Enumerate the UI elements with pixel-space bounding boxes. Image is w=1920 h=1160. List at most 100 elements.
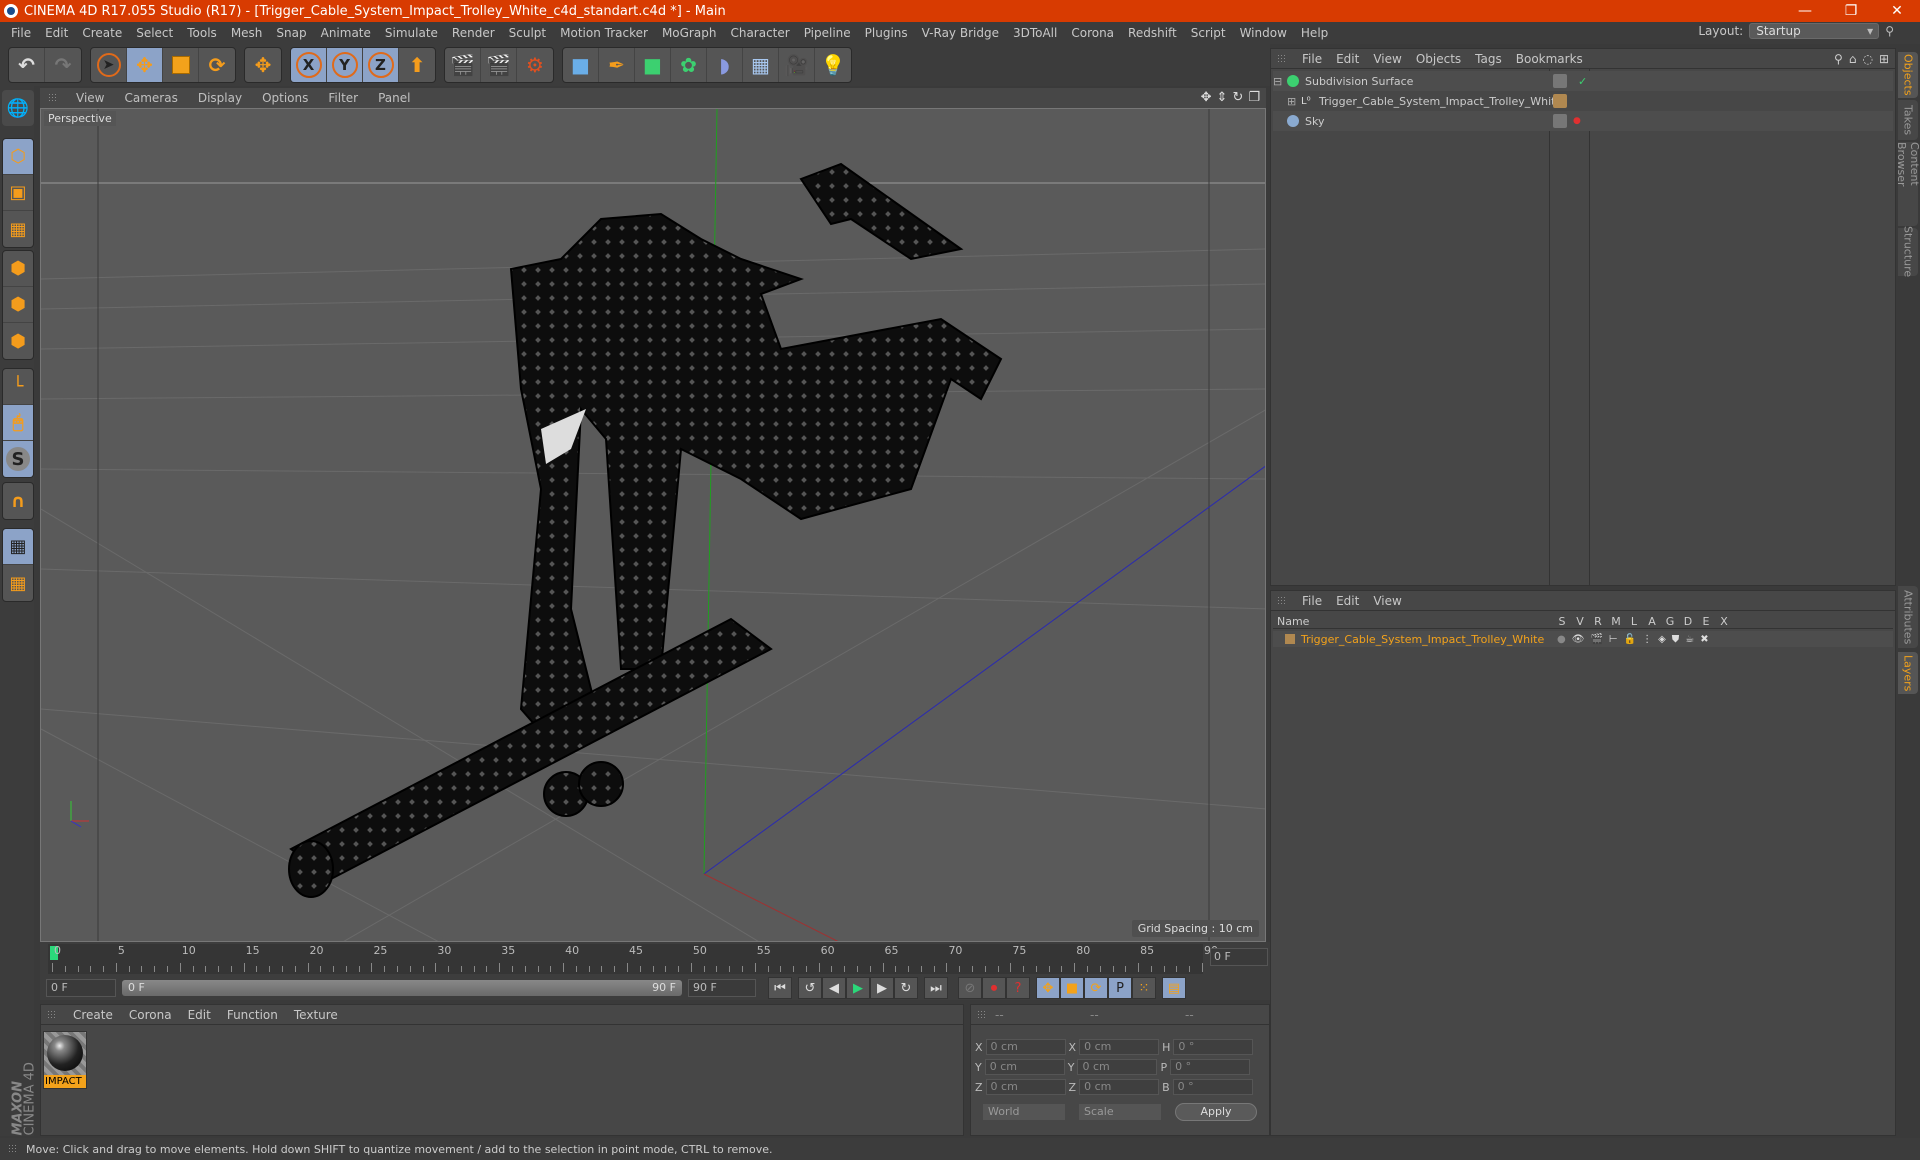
render-clapboard-icon[interactable]: 🎬 xyxy=(1590,634,1602,645)
menu-file[interactable]: File xyxy=(4,22,38,44)
pos-x-field[interactable]: 0 cm xyxy=(985,1039,1066,1055)
object-menu-bookmarks[interactable]: Bookmarks xyxy=(1509,52,1590,66)
enabled-check-icon[interactable]: ✓ xyxy=(1578,75,1587,88)
play-button[interactable]: ▶ xyxy=(846,977,870,999)
material-menu-edit[interactable]: Edit xyxy=(180,1008,219,1022)
menu-3dtoall[interactable]: 3DToAll xyxy=(1006,22,1064,44)
restore-button[interactable]: ❐ xyxy=(1828,0,1874,22)
pos-z-field[interactable]: 0 cm xyxy=(985,1079,1066,1095)
column-animation[interactable]: A xyxy=(1643,615,1661,628)
snap-button[interactable]: ∩ xyxy=(3,483,33,519)
xref-icon[interactable]: ✖ xyxy=(1700,634,1708,645)
polygons-mode-button[interactable]: ⬢ xyxy=(3,323,33,359)
dolly-view-icon[interactable]: ⇕ xyxy=(1217,90,1228,105)
menu-character[interactable]: Character xyxy=(723,22,796,44)
expand-icon[interactable]: ⊞ xyxy=(1287,95,1301,108)
layer-menu-file[interactable]: File xyxy=(1295,594,1329,608)
size-z-field[interactable]: 0 cm xyxy=(1079,1079,1160,1095)
coordinate-system-button[interactable]: ⬆ xyxy=(399,48,435,82)
texture-mode-button[interactable]: ▣ xyxy=(3,175,33,211)
menu-redshift[interactable]: Redshift xyxy=(1121,22,1184,44)
layer-toggle-icon[interactable] xyxy=(1553,114,1567,128)
menu-select[interactable]: Select xyxy=(129,22,180,44)
rotate-tool[interactable]: ⟳ xyxy=(199,48,235,82)
tab-layers[interactable]: Layers xyxy=(1898,652,1918,694)
minimize-button[interactable]: — xyxy=(1782,0,1828,22)
pos-y-field[interactable]: 0 cm xyxy=(984,1059,1065,1075)
visible-eye-icon[interactable]: 👁 xyxy=(1572,634,1585,645)
material-menu-function[interactable]: Function xyxy=(219,1008,286,1022)
viewport-menu-cameras[interactable]: Cameras xyxy=(114,91,187,105)
column-locked[interactable]: L xyxy=(1625,615,1643,628)
add-subdivision-button[interactable]: ■ xyxy=(635,48,671,82)
menu-sculpt[interactable]: Sculpt xyxy=(502,22,553,44)
points-mode-button[interactable]: ⬢ xyxy=(3,251,33,287)
pan-view-icon[interactable]: ✥ xyxy=(1201,90,1212,105)
collapse-icon[interactable]: ⊟ xyxy=(1273,75,1287,88)
transform-mode-dropdown[interactable]: Scale xyxy=(1079,1104,1161,1120)
size-x-field[interactable]: 0 cm xyxy=(1079,1039,1160,1055)
key-scale-button[interactable]: ■ xyxy=(1060,977,1084,999)
deformer-icon[interactable]: ⛊ xyxy=(1672,634,1680,645)
object-row[interactable]: ⊞ L⁰ Trigger_Cable_System_Impact_Trolley… xyxy=(1273,91,1893,111)
menu-create[interactable]: Create xyxy=(75,22,129,44)
menu-edit[interactable]: Edit xyxy=(38,22,75,44)
object-menu-view[interactable]: View xyxy=(1366,52,1408,66)
transform-tool[interactable]: ✥ xyxy=(245,48,281,82)
column-solo[interactable]: S xyxy=(1553,615,1571,628)
add-mograph-button[interactable]: ✿ xyxy=(671,48,707,82)
column-deformers[interactable]: D xyxy=(1679,615,1697,628)
menu-script[interactable]: Script xyxy=(1184,22,1233,44)
material-menu-create[interactable]: Create xyxy=(65,1008,121,1022)
layer-toggle-icon[interactable] xyxy=(1553,74,1567,88)
redo-button[interactable]: ↷ xyxy=(45,48,81,82)
layer-color-tag[interactable] xyxy=(1553,94,1567,108)
next-frame-button[interactable]: ▶ xyxy=(870,977,894,999)
add-deformer-button[interactable]: ◗ xyxy=(707,48,743,82)
end-frame-field[interactable]: 90 F xyxy=(688,979,756,997)
tab-attributes[interactable]: Attributes xyxy=(1898,586,1918,648)
key-position-button[interactable]: ✥ xyxy=(1036,977,1060,999)
generator-icon[interactable]: ◈ xyxy=(1658,634,1666,645)
column-render[interactable]: R xyxy=(1589,615,1607,628)
timeline-window-button[interactable]: ▤ xyxy=(1162,977,1186,999)
tab-takes[interactable]: Takes xyxy=(1898,100,1918,140)
key-parameter-button[interactable]: P xyxy=(1108,977,1132,999)
menu-snap[interactable]: Snap xyxy=(269,22,313,44)
panel-grip-icon[interactable] xyxy=(47,1009,57,1020)
x-axis-lock[interactable]: X xyxy=(291,48,327,82)
solo-dot-icon[interactable]: ● xyxy=(1557,634,1566,645)
menu-motion-tracker[interactable]: Motion Tracker xyxy=(553,22,655,44)
key-rotation-button[interactable]: ⟳ xyxy=(1084,977,1108,999)
viewport-menu-filter[interactable]: Filter xyxy=(318,91,368,105)
material-swatch[interactable]: IMPACT xyxy=(43,1031,87,1089)
panel-grip-icon[interactable] xyxy=(977,1009,987,1020)
column-xrefs[interactable]: X xyxy=(1715,615,1733,628)
live-selection-tool[interactable]: ➤ xyxy=(91,48,127,82)
column-manager[interactable]: M xyxy=(1607,615,1625,628)
object-menu-objects[interactable]: Objects xyxy=(1409,52,1468,66)
column-view[interactable]: V xyxy=(1571,615,1589,628)
menu-help[interactable]: Help xyxy=(1294,22,1335,44)
tweak-mode-button[interactable]: 🖱 xyxy=(3,405,33,441)
tab-structure[interactable]: Structure xyxy=(1898,226,1918,278)
material-menu-texture[interactable]: Texture xyxy=(286,1008,346,1022)
render-off-dot-icon[interactable]: ● xyxy=(1573,116,1581,126)
previous-frame-button[interactable]: ◀ xyxy=(822,977,846,999)
layout-dropdown[interactable]: Startup xyxy=(1749,23,1880,39)
animation-icon[interactable]: ⋮ xyxy=(1642,634,1652,645)
menu-simulate[interactable]: Simulate xyxy=(378,22,445,44)
panel-grip-icon[interactable] xyxy=(1277,53,1287,64)
go-to-end-button[interactable]: ⏭ xyxy=(924,977,948,999)
record-keys-button[interactable]: ⊘ xyxy=(958,977,982,999)
menu-v-ray-bridge[interactable]: V-Ray Bridge xyxy=(915,22,1006,44)
orbit-view-icon[interactable]: ↻ xyxy=(1232,90,1243,105)
add-light-button[interactable]: 💡 xyxy=(815,48,851,82)
rot-p-field[interactable]: 0 ° xyxy=(1170,1059,1251,1075)
object-row[interactable]: Sky ● xyxy=(1273,111,1893,131)
column-generators[interactable]: G xyxy=(1661,615,1679,628)
object-menu-tags[interactable]: Tags xyxy=(1468,52,1509,66)
tab-objects[interactable]: Objects xyxy=(1898,52,1918,98)
menu-mograph[interactable]: MoGraph xyxy=(655,22,724,44)
key-pla-button[interactable]: ⁙ xyxy=(1132,977,1156,999)
